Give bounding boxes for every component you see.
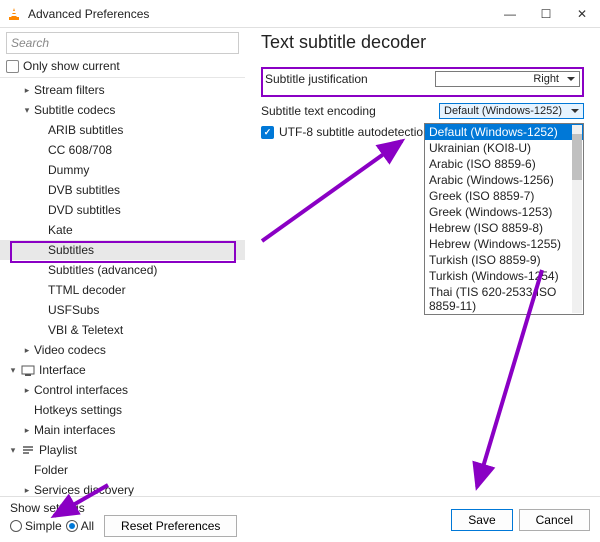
tree-item-kate[interactable]: Kate <box>0 220 245 240</box>
close-button[interactable]: ✕ <box>564 0 600 28</box>
justification-select[interactable]: Right <box>435 71 580 87</box>
show-settings-label: Show settings <box>10 501 85 515</box>
panel-title: Text subtitle decoder <box>261 32 584 53</box>
encoding-select[interactable]: Default (Windows-1252) <box>439 103 584 119</box>
tree-item-subtitles[interactable]: Subtitles <box>0 240 245 260</box>
chevron-right-icon: ▸ <box>20 85 34 96</box>
chevron-down-icon: ▾ <box>6 445 20 456</box>
tree-item-control-interfaces[interactable]: ▸Control interfaces <box>0 380 245 400</box>
tree-item-label: VBI & Teletext <box>48 323 123 337</box>
tree-item-label: ARIB subtitles <box>48 123 123 137</box>
tree-item-label: Folder <box>34 463 68 477</box>
encoding-dropdown[interactable]: Default (Windows-1252)Ukrainian (KOI8-U)… <box>424 123 584 315</box>
encoding-option[interactable]: Turkish (Windows-1254) <box>425 268 583 284</box>
encoding-option[interactable]: Turkish (ISO 8859-9) <box>425 252 583 268</box>
encoding-option[interactable]: Thai (TIS 620-2533/ISO 8859-11) <box>425 284 583 314</box>
only-show-current-label: Only show current <box>23 59 120 73</box>
sidebar: Search ✓ Only show current ▸Stream filte… <box>0 28 245 496</box>
checkbox-icon: ✓ <box>6 60 19 73</box>
chevron-right-icon: ▸ <box>20 385 34 396</box>
justification-label: Subtitle justification <box>265 72 427 86</box>
search-input[interactable]: Search <box>6 32 239 54</box>
tree-item-label: Control interfaces <box>34 383 128 397</box>
tree-item-label: USFSubs <box>48 303 99 317</box>
simple-radio[interactable]: Simple <box>10 519 62 533</box>
encoding-option[interactable]: Greek (Windows-1253) <box>425 204 583 220</box>
tree-item-label: Kate <box>48 223 73 237</box>
tree-item-label: Main interfaces <box>34 423 115 437</box>
chevron-right-icon: ▸ <box>20 425 34 436</box>
maximize-button[interactable]: ☐ <box>528 0 564 28</box>
chevron-right-icon: ▸ <box>20 485 34 496</box>
tree-item-label: TTML decoder <box>48 283 126 297</box>
save-button[interactable]: Save <box>451 509 512 531</box>
titlebar: Advanced Preferences — ☐ ✕ <box>0 0 600 28</box>
tree-item-stream-filters[interactable]: ▸Stream filters <box>0 80 245 100</box>
playlist-icon <box>20 442 36 458</box>
bottom-bar: Show settings Simple All Reset Preferenc… <box>0 496 600 542</box>
tree-item-arib-subtitles[interactable]: ARIB subtitles <box>0 120 245 140</box>
tree-item-video-codecs[interactable]: ▸Video codecs <box>0 340 245 360</box>
encoding-option[interactable]: Default (Windows-1252) <box>425 124 583 140</box>
tree-item-label: Hotkeys settings <box>34 403 122 417</box>
interface-icon <box>20 362 36 378</box>
only-show-current-checkbox[interactable]: ✓ <box>6 60 19 73</box>
tree-item-label: Services discovery <box>34 483 134 496</box>
tree-item-label: Subtitles (advanced) <box>48 263 157 277</box>
checkbox-checked-icon: ✓ <box>261 126 274 139</box>
tree-item-label: Video codecs <box>34 343 106 357</box>
dropdown-scroll-thumb[interactable] <box>572 134 582 180</box>
tree-item-dummy[interactable]: Dummy <box>0 160 245 180</box>
tree-item-cc-608-708[interactable]: CC 608/708 <box>0 140 245 160</box>
chevron-down-icon: ▾ <box>6 365 20 376</box>
justification-highlight: Subtitle justification Right <box>261 67 584 97</box>
tree-item-label: CC 608/708 <box>48 143 112 157</box>
tree-item-folder[interactable]: Folder <box>0 460 245 480</box>
tree-item-label: Playlist <box>39 443 77 457</box>
tree-item-subtitles-advanced-[interactable]: Subtitles (advanced) <box>0 260 245 280</box>
encoding-option[interactable]: Ukrainian (KOI8-U) <box>425 140 583 156</box>
tree-item-ttml-decoder[interactable]: TTML decoder <box>0 280 245 300</box>
chevron-down-icon: ▾ <box>20 105 34 116</box>
tree-item-interface[interactable]: ▾ Interface <box>0 360 245 380</box>
tree-item-main-interfaces[interactable]: ▸Main interfaces <box>0 420 245 440</box>
tree-item-usfsubs[interactable]: USFSubs <box>0 300 245 320</box>
settings-panel: Text subtitle decoder Subtitle justifica… <box>245 28 600 496</box>
tree-item-label: Subtitles <box>48 243 94 257</box>
tree-item-label: Stream filters <box>34 83 105 97</box>
all-radio[interactable]: All <box>66 519 94 533</box>
vlc-icon <box>6 6 22 22</box>
reset-preferences-button[interactable]: Reset Preferences <box>104 515 237 537</box>
tree-item-vbi-teletext[interactable]: VBI & Teletext <box>0 320 245 340</box>
minimize-button[interactable]: — <box>492 0 528 28</box>
window-title: Advanced Preferences <box>28 7 492 21</box>
tree-item-subtitle-codecs[interactable]: ▾Subtitle codecs <box>0 100 245 120</box>
tree-item-label: DVD subtitles <box>48 203 121 217</box>
encoding-option[interactable]: Greek (ISO 8859-7) <box>425 188 583 204</box>
tree-item-label: Subtitle codecs <box>34 103 115 117</box>
encoding-option[interactable]: Hebrew (ISO 8859-8) <box>425 220 583 236</box>
tree-item-dvb-subtitles[interactable]: DVB subtitles <box>0 180 245 200</box>
tree-item-label: DVB subtitles <box>48 183 120 197</box>
encoding-option[interactable]: Hebrew (Windows-1255) <box>425 236 583 252</box>
preferences-tree[interactable]: ▸Stream filters▾Subtitle codecsARIB subt… <box>0 78 245 496</box>
tree-item-playlist[interactable]: ▾ Playlist <box>0 440 245 460</box>
tree-item-label: Dummy <box>48 163 89 177</box>
tree-item-label: Interface <box>39 363 86 377</box>
chevron-right-icon: ▸ <box>20 345 34 356</box>
autodetect-label: UTF-8 subtitle autodetection <box>279 125 430 139</box>
encoding-option[interactable]: Arabic (ISO 8859-6) <box>425 156 583 172</box>
encoding-option[interactable]: Arabic (Windows-1256) <box>425 172 583 188</box>
cancel-button[interactable]: Cancel <box>519 509 590 531</box>
tree-item-hotkeys-settings[interactable]: Hotkeys settings <box>0 400 245 420</box>
autodetect-checkbox[interactable]: ✓ UTF-8 subtitle autodetection <box>261 125 430 139</box>
tree-item-services-discovery[interactable]: ▸Services discovery <box>0 480 245 496</box>
encoding-label: Subtitle text encoding <box>261 104 431 118</box>
tree-item-dvd-subtitles[interactable]: DVD subtitles <box>0 200 245 220</box>
